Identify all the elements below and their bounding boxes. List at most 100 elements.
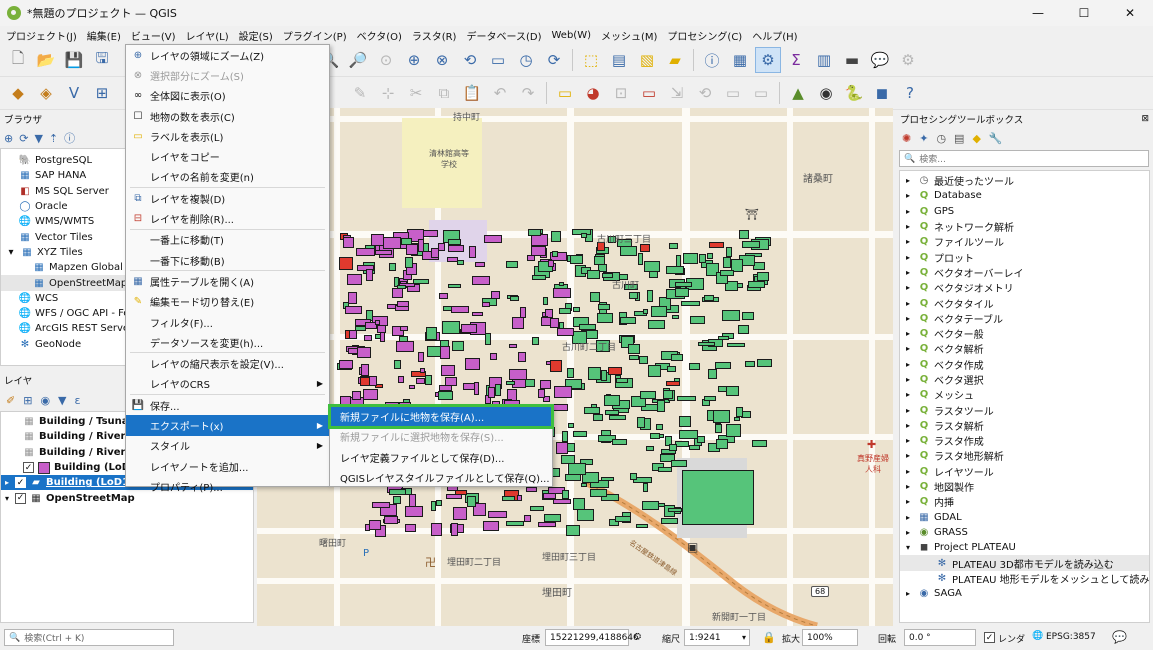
filter-browser-icon[interactable]: ▼ bbox=[34, 132, 42, 145]
map-canvas[interactable]: 持中町 清林館高等学校 諸桑町 古川町三丁目 古川町 古川町二丁目 曙田町 埋田… bbox=[257, 108, 893, 626]
processing-item[interactable]: ▸ Q ベクタジオメトリ bbox=[900, 280, 1149, 295]
plugin-icon[interactable]: ◼ bbox=[869, 80, 895, 106]
panel-close-icon[interactable]: ⊠ bbox=[1141, 114, 1149, 124]
processing-item[interactable]: ▸ Q ラスタ地形解析 bbox=[900, 448, 1149, 463]
open-project-icon[interactable]: 📂 bbox=[33, 47, 59, 73]
osm-plugin-icon[interactable]: ◉ bbox=[813, 80, 839, 106]
diagram-icon[interactable]: ◕ bbox=[580, 80, 606, 106]
style-icon[interactable]: ✐ bbox=[6, 394, 15, 407]
menu-plugins[interactable]: プラグイン(P) bbox=[283, 28, 347, 43]
menu-view[interactable]: ビュー(V) bbox=[131, 28, 176, 43]
zoom-last-icon[interactable]: ⟲ bbox=[457, 47, 483, 73]
processing-item[interactable]: ▸ Q ベクター般 bbox=[900, 326, 1149, 341]
chevron-right-icon[interactable]: ▸ bbox=[906, 191, 918, 200]
map-tips-icon[interactable]: 💬 bbox=[867, 47, 893, 73]
processing-item[interactable]: ▸ Q ネットワーク解析 bbox=[900, 219, 1149, 234]
deselect-icon[interactable]: ▧ bbox=[634, 47, 660, 73]
processing-item[interactable]: ▸ Q ラスタツール bbox=[900, 402, 1149, 418]
processing-item[interactable]: ▸ Q メッシュ bbox=[900, 387, 1149, 402]
visibility-icon[interactable]: ◉ bbox=[40, 394, 50, 407]
processing-item[interactable]: ▸ Q ラスタ作成 bbox=[900, 433, 1149, 448]
chevron-right-icon[interactable]: ▸ bbox=[906, 497, 918, 506]
chevron-right-icon[interactable]: ▸ bbox=[906, 314, 918, 323]
chevron-right-icon[interactable]: ▸ bbox=[5, 478, 9, 487]
add-group-icon[interactable]: ⊞ bbox=[23, 394, 32, 407]
rotation-spinbox[interactable]: 0.0 ° bbox=[904, 629, 976, 646]
rotate-label-icon[interactable]: ⟲ bbox=[692, 80, 718, 106]
undo-icon[interactable]: ↶ bbox=[487, 80, 513, 106]
processing-item[interactable]: ▸ ◷ 最近使ったツール bbox=[900, 173, 1149, 188]
menu-item-move-top[interactable]: 一番上に移動(T) bbox=[126, 230, 329, 250]
zoom-selection-icon[interactable]: ⊗ bbox=[429, 47, 455, 73]
processing-item[interactable]: ▸ ◉ SAGA bbox=[900, 586, 1149, 601]
chevron-down-icon[interactable]: ▾ bbox=[5, 494, 9, 503]
change-label-icon[interactable]: ▭ bbox=[720, 80, 746, 106]
save-project-icon[interactable]: 💾 bbox=[61, 47, 87, 73]
collapse-all-icon[interactable]: ⇡ bbox=[49, 132, 58, 145]
processing-item[interactable]: ✻ PLATEAU 地形モデルをメッシュとして読み込む bbox=[900, 571, 1149, 586]
menu-item-remove-layer[interactable]: ⊟ レイヤを削除(R)... bbox=[126, 208, 329, 228]
menu-item-save-features-as[interactable]: 新規ファイルに地物を保存(A)... bbox=[328, 404, 554, 429]
move-label-icon[interactable]: ⇲ bbox=[664, 80, 690, 106]
new-project-icon[interactable]: 🗋 bbox=[5, 47, 31, 73]
filter-legend-icon[interactable]: ▼ bbox=[58, 394, 66, 407]
processing-item[interactable]: ▸ ◉ GRASS bbox=[900, 525, 1149, 540]
refresh-icon[interactable]: ⟳ bbox=[541, 47, 567, 73]
help-icon[interactable]: ? bbox=[897, 80, 923, 106]
processing-item[interactable]: ▸ Q Database bbox=[900, 188, 1149, 203]
menu-item-export[interactable]: エクスポート(x) ▶ bbox=[126, 415, 329, 436]
field-calculator-icon[interactable]: ▥ bbox=[811, 47, 837, 73]
menu-item-add-layer-note[interactable]: レイヤノートを追加... bbox=[126, 456, 329, 476]
options-icon[interactable]: 🔧 bbox=[989, 132, 1003, 145]
chevron-right-icon[interactable]: ▸ bbox=[906, 344, 918, 353]
attribute-table-icon[interactable]: ▦ bbox=[727, 47, 753, 73]
processing-item[interactable]: ▸ Q レイヤツール bbox=[900, 464, 1149, 479]
chevron-right-icon[interactable]: ▸ bbox=[906, 207, 918, 216]
processing-search-input[interactable]: 🔍 検索... bbox=[899, 150, 1149, 167]
menu-item-style[interactable]: スタイル ▶ bbox=[126, 436, 329, 456]
chevron-right-icon[interactable]: ▸ bbox=[906, 421, 918, 430]
bookmark-icon[interactable]: ▰ bbox=[662, 47, 688, 73]
chevron-right-icon[interactable]: ▸ bbox=[906, 528, 918, 537]
menu-settings[interactable]: 設定(S) bbox=[239, 28, 273, 43]
add-selected-icon[interactable]: ⊕ bbox=[4, 132, 13, 145]
chevron-right-icon[interactable]: ▸ bbox=[906, 589, 918, 598]
refresh-browser-icon[interactable]: ⟳ bbox=[19, 132, 28, 145]
menu-item-properties[interactable]: プロパティ(P)... bbox=[126, 476, 329, 496]
chevron-right-icon[interactable]: ▸ bbox=[906, 482, 918, 491]
zoom-out-icon[interactable]: 🔎 bbox=[345, 47, 371, 73]
cut-icon[interactable]: ✂ bbox=[403, 80, 429, 106]
coordinate-field[interactable]: 15221299,4188646 bbox=[545, 629, 639, 646]
processing-item[interactable]: ▸ Q 内挿 bbox=[900, 494, 1149, 509]
menu-item-zoom-selection[interactable]: ⊗ 選択部分にズーム(S) bbox=[126, 65, 329, 85]
add-raster-icon[interactable]: ◈ bbox=[33, 80, 59, 106]
maximize-button[interactable]: ☐ bbox=[1061, 0, 1107, 26]
menu-item-feature-count[interactable]: ☐ 地物の数を表示(C) bbox=[126, 106, 329, 126]
processing-item[interactable]: ▸ Q ベクタ選択 bbox=[900, 372, 1149, 387]
chevron-right-icon[interactable]: ▸ bbox=[906, 176, 918, 185]
menu-item-scale-visibility[interactable]: レイヤの縮尺表示を設定(V)... bbox=[126, 353, 329, 373]
temporal-icon[interactable]: ◷ bbox=[513, 47, 539, 73]
menu-item-save-style-file[interactable]: QGISレイヤスタイルファイルとして保存(Q)... bbox=[330, 468, 552, 489]
chevron-right-icon[interactable]: ▸ bbox=[906, 513, 918, 522]
measure-icon[interactable]: ▬ bbox=[839, 47, 865, 73]
menu-item-zoom-layer[interactable]: ⊕ レイヤの領域にズーム(Z) bbox=[126, 45, 329, 65]
processing-item[interactable]: ▸ Q ベクタ解析 bbox=[900, 341, 1149, 356]
menu-project[interactable]: プロジェクト(J) bbox=[6, 28, 77, 43]
chevron-right-icon[interactable]: ▸ bbox=[906, 390, 918, 399]
processing-toolbox-icon[interactable]: ⚙ bbox=[755, 47, 781, 73]
menu-item-move-bottom[interactable]: 一番下に移動(B) bbox=[126, 250, 329, 270]
menu-item-layer-crs[interactable]: レイヤのCRS ▶ bbox=[126, 374, 329, 394]
menu-item-copy-layer[interactable]: レイヤをコピー bbox=[126, 146, 329, 166]
results-icon[interactable]: ▤ bbox=[954, 132, 964, 145]
vertex-tool-icon[interactable]: ⊹ bbox=[375, 80, 401, 106]
select-features-icon[interactable]: ⬚ bbox=[578, 47, 604, 73]
label-tool-icon[interactable]: ▭ bbox=[552, 80, 578, 106]
processing-item[interactable]: ▸ Q ファイルツール bbox=[900, 234, 1149, 249]
chevron-right-icon[interactable]: ▸ bbox=[906, 222, 918, 231]
layer-checkbox[interactable]: ✓ bbox=[15, 477, 27, 489]
history-icon[interactable]: ◷ bbox=[936, 132, 946, 145]
info-icon[interactable]: ⓘ bbox=[64, 130, 75, 146]
select-value-icon[interactable]: ▤ bbox=[606, 47, 632, 73]
digitize-icon[interactable]: ✎ bbox=[347, 80, 373, 106]
